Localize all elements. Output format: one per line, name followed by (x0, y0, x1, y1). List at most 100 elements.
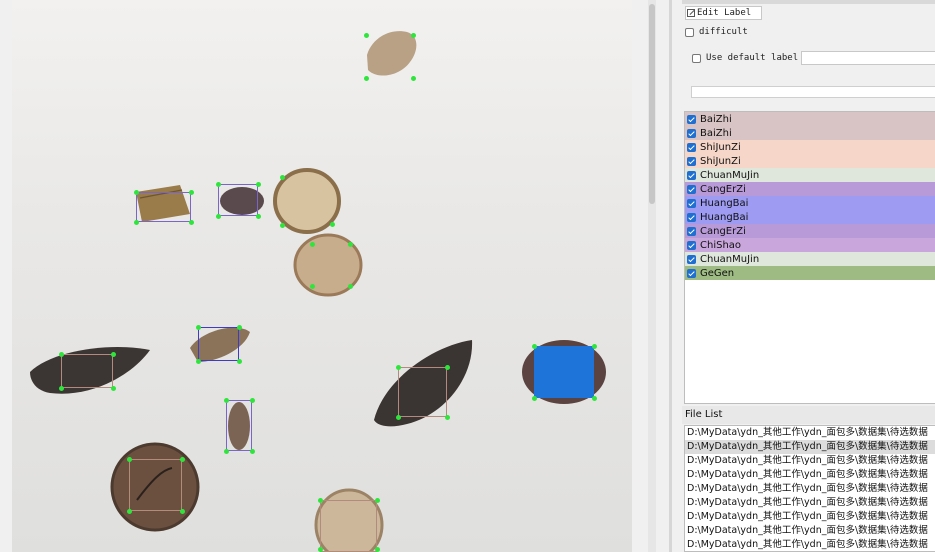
label-list-item[interactable]: CangErZi (685, 224, 935, 238)
vertex-point[interactable] (348, 242, 353, 247)
bbox-right-leaf[interactable] (398, 367, 447, 417)
vertex-point[interactable] (224, 449, 229, 454)
dock-splitter[interactable] (660, 0, 682, 552)
label-list-item[interactable]: ChiShao (685, 238, 935, 252)
vertex-point[interactable] (445, 365, 450, 370)
vertex-point[interactable] (532, 344, 537, 349)
vertex-point[interactable] (224, 398, 229, 403)
vertex-point[interactable] (180, 509, 185, 514)
label-visible-checkbox[interactable] (687, 142, 696, 152)
bbox-left-leaf[interactable] (61, 354, 113, 388)
vertex-point[interactable] (216, 182, 221, 187)
label-visible-checkbox[interactable] (687, 240, 696, 250)
bbox-baizhi-1[interactable] (136, 192, 191, 222)
bbox-baizhi-2[interactable] (218, 184, 258, 216)
file-list-item[interactable]: D:\MyData\ydn_其他工作\ydn_面包多\数据集\待选数据 (685, 510, 935, 524)
vertex-point[interactable] (59, 352, 64, 357)
splitter-handle[interactable] (669, 0, 672, 552)
vertex-point[interactable] (237, 325, 242, 330)
label-visible-checkbox[interactable] (687, 268, 696, 278)
vertex-point[interactable] (592, 396, 597, 401)
vertex-point[interactable] (111, 352, 116, 357)
label-visible-checkbox[interactable] (687, 212, 696, 222)
label-visible-checkbox[interactable] (687, 170, 696, 180)
vertex-point[interactable] (310, 242, 315, 247)
vertex-point[interactable] (396, 415, 401, 420)
bbox-small-seed[interactable] (226, 400, 252, 451)
vertex-point[interactable] (134, 220, 139, 225)
label-visible-checkbox[interactable] (687, 128, 696, 138)
file-list-item[interactable]: D:\MyData\ydn_其他工作\ydn_面包多\数据集\待选数据 (685, 496, 935, 510)
label-visible-checkbox[interactable] (687, 198, 696, 208)
label-list-item[interactable]: GeGen (685, 266, 935, 280)
file-list[interactable]: D:\MyData\ydn_其他工作\ydn_面包多\数据集\待选数据 D:\My… (684, 425, 935, 552)
scrollbar-thumb[interactable] (649, 4, 655, 204)
difficult-checkbox[interactable] (685, 27, 694, 37)
label-combo-box[interactable] (691, 86, 935, 98)
use-default-label-checkbox[interactable] (692, 53, 701, 63)
label-list-item[interactable]: BaiZhi (685, 112, 935, 126)
label-list-item[interactable]: ChuanMuJin (685, 168, 935, 182)
vertex-point[interactable] (375, 547, 380, 552)
use-default-label-row[interactable]: Use default label (692, 53, 798, 63)
vertex-point[interactable] (348, 284, 353, 289)
vertex-point[interactable] (310, 284, 315, 289)
bbox-lower-slice[interactable] (129, 459, 182, 511)
vertex-point[interactable] (250, 449, 255, 454)
vertex-point[interactable] (411, 76, 416, 81)
vertex-point[interactable] (127, 509, 132, 514)
canvas-vertical-scrollbar[interactable] (648, 0, 656, 552)
label-list-item[interactable]: ChuanMuJin (685, 252, 935, 266)
difficult-checkbox-row[interactable]: difficult (685, 27, 748, 37)
label-list-item[interactable]: CangErZi (685, 182, 935, 196)
file-list-item[interactable]: D:\MyData\ydn_其他工作\ydn_面包多\数据集\待选数据 (685, 482, 935, 496)
vertex-point[interactable] (189, 190, 194, 195)
vertex-point[interactable] (196, 359, 201, 364)
vertex-point[interactable] (318, 547, 323, 552)
file-list-item[interactable]: D:\MyData\ydn_其他工作\ydn_面包多\数据集\待选数据 (685, 524, 935, 538)
bbox-huangbai-small[interactable] (198, 327, 239, 361)
vertex-point[interactable] (396, 365, 401, 370)
vertex-point[interactable] (592, 344, 597, 349)
default-label-input[interactable] (801, 51, 935, 65)
vertex-point[interactable] (280, 175, 285, 180)
label-visible-checkbox[interactable] (687, 114, 696, 124)
label-visible-checkbox[interactable] (687, 184, 696, 194)
bbox-bottom-slice[interactable] (320, 500, 377, 552)
file-list-item[interactable]: D:\MyData\ydn_其他工作\ydn_面包多\数据集\待选数据 (685, 454, 935, 468)
vertex-point[interactable] (318, 498, 323, 503)
vertex-point[interactable] (134, 190, 139, 195)
label-visible-checkbox[interactable] (687, 254, 696, 264)
vertex-point[interactable] (216, 214, 221, 219)
image-canvas[interactable] (0, 0, 660, 552)
label-list-item[interactable]: HuangBai (685, 210, 935, 224)
vertex-point[interactable] (532, 396, 537, 401)
label-list-item[interactable]: ShiJunZi (685, 140, 935, 154)
file-list-item[interactable]: D:\MyData\ydn_其他工作\ydn_面包多\数据集\待选数据 (685, 426, 935, 440)
vertex-point[interactable] (411, 33, 416, 38)
label-visible-checkbox[interactable] (687, 156, 696, 166)
vertex-point[interactable] (111, 386, 116, 391)
label-list[interactable]: BaiZhi BaiZhi ShiJunZi ShiJunZi ChuanMuJin Ca… (684, 111, 935, 404)
bbox-selected-shape[interactable] (534, 346, 594, 398)
vertex-point[interactable] (237, 359, 242, 364)
file-list-item[interactable]: D:\MyData\ydn_其他工作\ydn_面包多\数据集\待选数据 (685, 468, 935, 482)
vertex-point[interactable] (256, 182, 261, 187)
vertex-point[interactable] (364, 33, 369, 38)
vertex-point[interactable] (445, 415, 450, 420)
vertex-point[interactable] (364, 76, 369, 81)
vertex-point[interactable] (280, 223, 285, 228)
file-list-item[interactable]: D:\MyData\ydn_其他工作\ydn_面包多\数据集\待选数据 (685, 538, 935, 551)
edit-label-button[interactable]: Edit Label (685, 6, 762, 20)
vertex-point[interactable] (189, 220, 194, 225)
vertex-point[interactable] (250, 398, 255, 403)
label-list-item[interactable]: ShiJunZi (685, 154, 935, 168)
vertex-point[interactable] (59, 386, 64, 391)
vertex-point[interactable] (127, 457, 132, 462)
vertex-point[interactable] (180, 457, 185, 462)
label-visible-checkbox[interactable] (687, 226, 696, 236)
vertex-point[interactable] (375, 498, 380, 503)
vertex-point[interactable] (196, 325, 201, 330)
label-list-item[interactable]: BaiZhi (685, 126, 935, 140)
file-list-item[interactable]: D:\MyData\ydn_其他工作\ydn_面包多\数据集\待选数据 (685, 440, 935, 454)
